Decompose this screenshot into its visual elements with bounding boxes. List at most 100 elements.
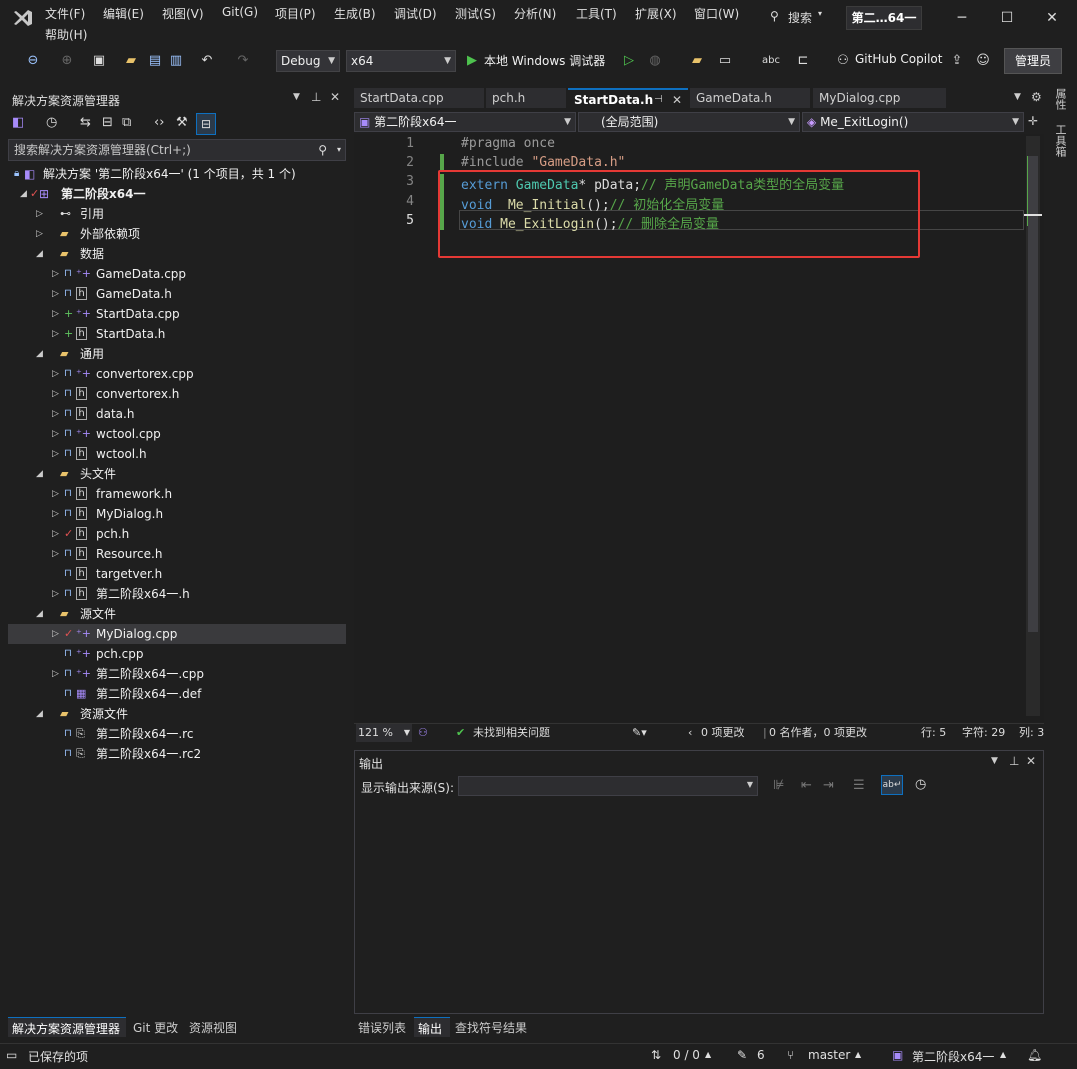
folder-icon[interactable]: ▰	[688, 52, 706, 70]
spellcheck-icon[interactable]: abc	[762, 52, 780, 70]
tree-item-data-h[interactable]: ▷ ⊓ h data.h	[8, 404, 346, 424]
brush-icon[interactable]: ✎▾	[632, 724, 647, 742]
collapsed-arrow-icon[interactable]: ▷	[36, 224, 46, 244]
tab-find-symbol[interactable]: 查找符号结果	[455, 1019, 527, 1036]
pencil-icon[interactable]: ✎	[737, 1048, 747, 1062]
menu-extensions[interactable]: 扩展(X)	[635, 5, 677, 22]
tree-item-startdata-h[interactable]: ▷ + h StartData.h	[8, 324, 346, 344]
tab-mydialog-cpp[interactable]: MyDialog.cpp	[813, 88, 946, 108]
code-icon[interactable]: ‹›	[154, 115, 164, 130]
layout-icon[interactable]: ▭	[716, 52, 734, 70]
hot-reload-icon[interactable]: ◍	[646, 52, 664, 70]
tree-item-startdata-cpp[interactable]: ▷ + ⁺+ StartData.cpp	[8, 304, 346, 324]
tab-pch-h[interactable]: pch.h	[486, 88, 566, 108]
edits-count[interactable]: 6	[757, 1048, 765, 1062]
tab-error-list[interactable]: 错误列表	[358, 1019, 406, 1036]
expanded-arrow-icon[interactable]: ◢	[36, 464, 46, 484]
tab-list-icon[interactable]: ▼	[1014, 92, 1021, 102]
feedback-icon[interactable]: ☺	[974, 52, 992, 70]
prev-message-icon[interactable]: ⇤	[801, 778, 812, 793]
collapsed-arrow-icon[interactable]: ▷	[52, 624, 62, 644]
collapsed-arrow-icon[interactable]: ▷	[52, 304, 62, 324]
output-source-select[interactable]: ▼	[458, 776, 758, 796]
tree-item-gamedata-cpp[interactable]: ▷ ⊓ ⁺+ GameData.cpp	[8, 264, 346, 284]
tab-properties[interactable]: 属性	[1052, 88, 1068, 110]
panel-close-icon[interactable]: ✕	[330, 90, 340, 104]
clock-icon[interactable]: ◷	[915, 777, 926, 792]
menu-file[interactable]: 文件(F)	[45, 5, 85, 22]
collapsed-arrow-icon[interactable]: ▷	[36, 204, 46, 224]
redo-icon[interactable]: ↷	[234, 52, 252, 70]
tree-item-resource-h[interactable]: ▷ ⊓ h Resource.h	[8, 544, 346, 564]
tree-item-folder-common[interactable]: ◢ ▰ 通用	[8, 344, 346, 364]
issues-status[interactable]: 未找到相关问题	[473, 724, 550, 742]
find-message-icon[interactable]: ⊯	[773, 778, 784, 793]
menu-edit[interactable]: 编辑(E)	[103, 5, 144, 22]
copilot-button[interactable]: GitHub Copilot	[855, 52, 942, 66]
tree-item-pch-cpp[interactable]: ⊓ ⁺+ pch.cpp	[8, 644, 346, 664]
run-debugger-button[interactable]: 本地 Windows 调试器	[484, 52, 605, 69]
config-select[interactable]: Debug ▼	[276, 50, 340, 72]
tree-item-project-cpp[interactable]: ▷ ⊓ ⁺+ 第二阶段x64一.cpp	[8, 664, 346, 684]
menu-help[interactable]: 帮助(H)	[45, 26, 87, 43]
sync-icon[interactable]: ⇆	[80, 115, 91, 130]
settings-gear-icon[interactable]: ⚙	[1031, 90, 1042, 104]
tree-item-project-rc[interactable]: ⊓ ⎘ 第二阶段x64一.rc	[8, 724, 346, 744]
scroll-thumb[interactable]	[1028, 156, 1038, 632]
save-icon[interactable]: ▤	[146, 52, 164, 70]
undo-icon[interactable]: ↶	[198, 52, 216, 70]
expanded-arrow-icon[interactable]: ◢	[36, 604, 46, 624]
maximize-button[interactable]: ☐	[997, 8, 1017, 28]
tree-item-ext-deps[interactable]: ▷ ▰ 外部依赖项	[8, 224, 346, 244]
close-tab-icon[interactable]: ✕	[672, 90, 682, 110]
collapsed-arrow-icon[interactable]: ▷	[52, 424, 62, 444]
collapsed-arrow-icon[interactable]: ▷	[52, 324, 62, 344]
collapsed-arrow-icon[interactable]: ▷	[52, 444, 62, 464]
authors-status[interactable]: 0 名作者，0 项更改	[769, 724, 867, 742]
tab-startdata-h[interactable]: StartData.h ⊣ ✕	[568, 88, 688, 108]
chevron-left-icon[interactable]: ‹	[688, 724, 692, 742]
tree-item-targetver-h[interactable]: ⊓ h targetver.h	[8, 564, 346, 584]
new-project-icon[interactable]: ▣	[90, 52, 108, 70]
forward-icon[interactable]: ⊕	[58, 52, 76, 70]
zoom-select[interactable]: 121 % ▼	[356, 724, 412, 742]
tree-item-convertorex-cpp[interactable]: ▷ ⊓ ⁺+ convertorex.cpp	[8, 364, 346, 384]
tree-solution[interactable]: 🔒︎ ◧ 解决方案 '第二阶段x64一' (1 个项目，共 1 个)	[8, 164, 346, 184]
branch-name[interactable]: master	[808, 1048, 850, 1062]
collapsed-arrow-icon[interactable]: ▷	[52, 544, 62, 564]
tree-item-pch-h[interactable]: ▷ ✓ h pch.h	[8, 524, 346, 544]
menu-window[interactable]: 窗口(W)	[694, 5, 739, 22]
changes-status[interactable]: 0 项更改	[701, 724, 745, 742]
collapsed-arrow-icon[interactable]: ▷	[52, 384, 62, 404]
menu-tools[interactable]: 工具(T)	[576, 5, 617, 22]
menu-git[interactable]: Git(G)	[222, 5, 258, 19]
tab-gamedata-h[interactable]: GameData.h	[690, 88, 810, 108]
platform-select[interactable]: x64 ▼	[346, 50, 456, 72]
repo-icon[interactable]: ▣	[892, 1048, 903, 1062]
branch-icon[interactable]: ⑂	[787, 1048, 794, 1062]
collapsed-arrow-icon[interactable]: ▷	[52, 504, 62, 524]
share-icon[interactable]: ⇪	[948, 52, 966, 70]
collapsed-arrow-icon[interactable]: ▷	[52, 484, 62, 504]
tree-item-ref[interactable]: ▷ ⊷ 引用	[8, 204, 346, 224]
tab-resource-view[interactable]: 资源视图	[189, 1019, 237, 1036]
tree-item-project-def[interactable]: ⊓ ▦ 第二阶段x64一.def	[8, 684, 346, 704]
minimize-button[interactable]: ─	[952, 8, 972, 28]
solution-search-input[interactable]: 搜索解决方案资源管理器(Ctrl+;) ⚲ ▾	[8, 139, 346, 161]
switch-view-icon[interactable]: ◧	[12, 115, 24, 130]
collapsed-arrow-icon[interactable]: ▷	[52, 364, 62, 384]
split-icon[interactable]: ✛	[1028, 114, 1038, 128]
wrench-icon[interactable]: ⚒	[176, 115, 188, 130]
collapsed-arrow-icon[interactable]: ▷	[52, 284, 62, 304]
menu-project[interactable]: 项目(P)	[275, 5, 316, 22]
tree-item-folder-data[interactable]: ◢ ▰ 数据	[8, 244, 346, 264]
panel-close-icon[interactable]: ✕	[1026, 754, 1036, 768]
tree-item-mydialog-cpp[interactable]: ▷ ✓ ⁺+ MyDialog.cpp	[8, 624, 346, 644]
tree-item-folder-headers[interactable]: ◢ ▰ 头文件	[8, 464, 346, 484]
menu-analyze[interactable]: 分析(N)	[514, 5, 556, 22]
nav-member-select[interactable]: ◈ Me_ExitLogin() ▼	[802, 112, 1024, 132]
word-wrap-icon[interactable]: ab↵	[881, 775, 903, 795]
save-all-icon[interactable]: ▥	[167, 52, 185, 70]
show-all-icon[interactable]: ⧉	[122, 115, 131, 130]
next-message-icon[interactable]: ⇥	[823, 778, 834, 793]
